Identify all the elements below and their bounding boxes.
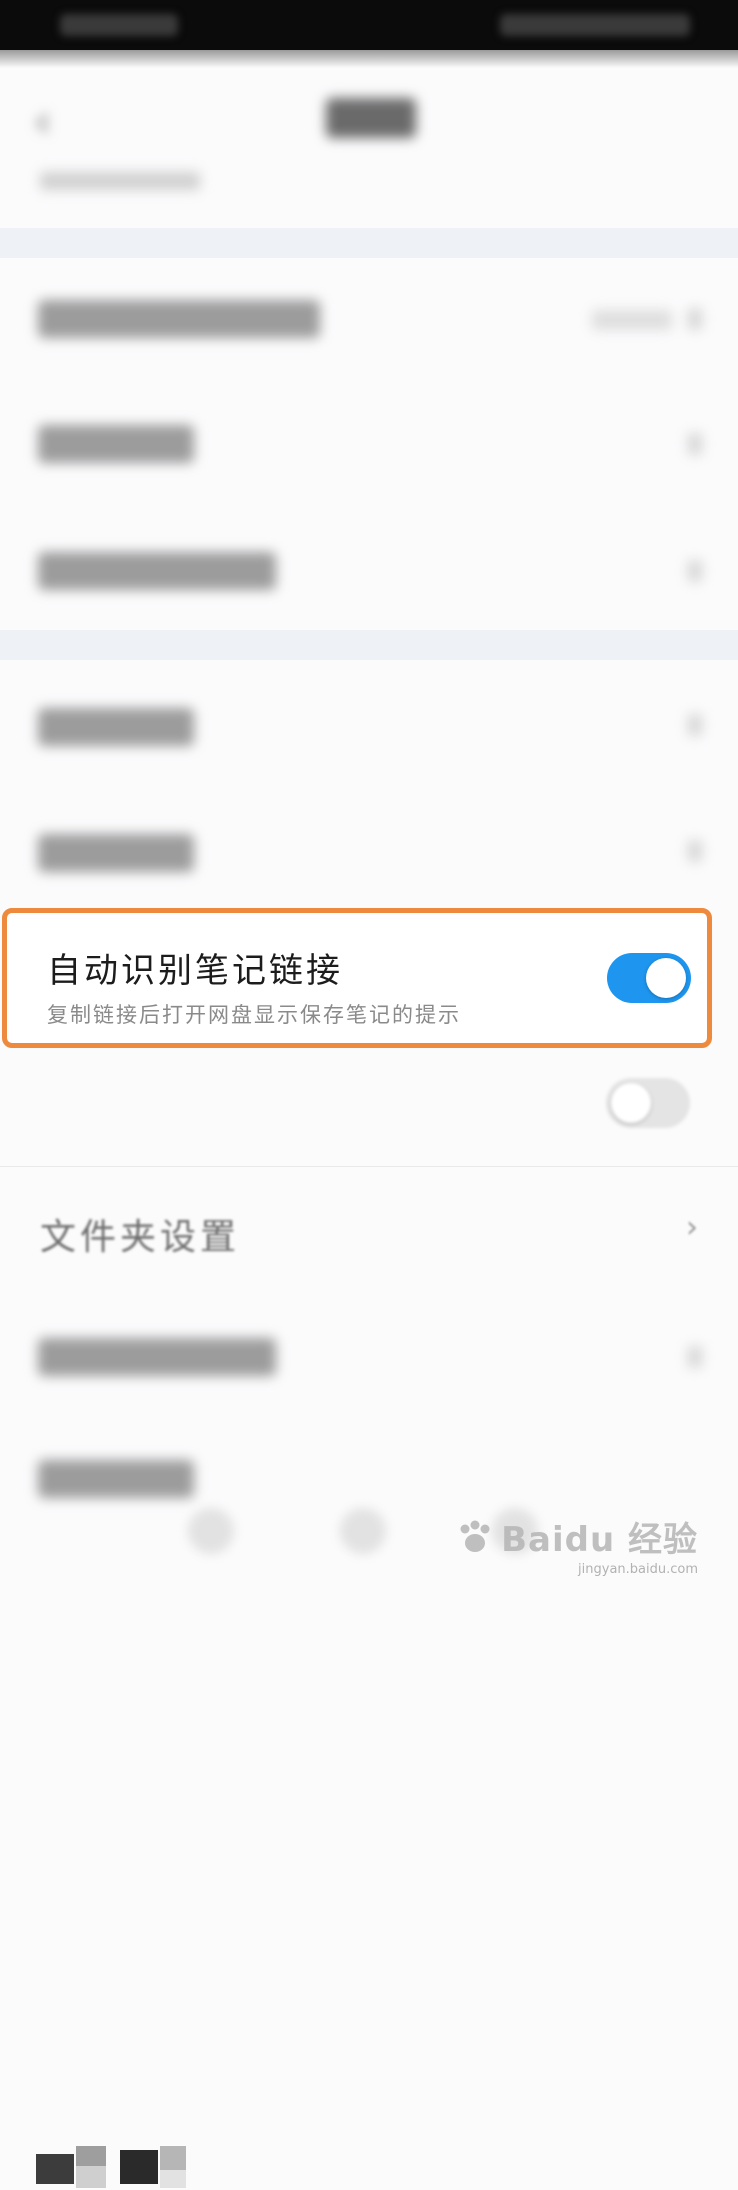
group-divider [0,228,738,258]
group-divider [0,630,738,660]
auto-link-title: 自动识别笔记链接 [47,951,343,991]
night-mode-toggle[interactable] [606,1078,690,1128]
folder-setting-row[interactable]: 文件夹设置 › [0,1168,738,1298]
carrier-info-blurred [60,14,178,36]
status-bar [0,0,738,50]
row-label-blurred [38,708,194,746]
chevron-right-icon [688,433,702,455]
settings-row-blurred[interactable] [0,520,738,620]
tab-icon-blurred[interactable] [340,1508,386,1554]
watermark-brand: Baidu 经验 [501,1520,698,1560]
status-icons-blurred [500,14,690,36]
chevron-right-icon [688,1346,702,1368]
settings-row-blurred[interactable] [0,800,738,900]
watermark-site: jingyan.baidu.com [578,1562,698,1577]
chevron-right-icon [688,840,702,862]
page-title-blurred [326,98,416,138]
night-mode-setting-row[interactable] [0,1060,738,2188]
row-label-blurred [38,300,320,338]
row-separator [0,1166,738,1167]
tab-icon-blurred[interactable] [188,1508,234,1554]
row-label-blurred [38,1338,276,1376]
row-label-blurred [38,425,194,463]
settings-row-blurred[interactable] [0,270,738,370]
row-label-blurred [38,1460,194,1498]
chevron-right-icon [688,308,702,330]
settings-row-blurred[interactable] [0,395,738,495]
chevron-right-icon [688,714,702,736]
back-arrow-icon[interactable]: ‹ [34,96,52,147]
row-value-blurred [592,310,672,330]
paw-icon [460,1520,490,1552]
header-shadow [0,50,738,68]
auto-link-description: 复制链接后打开网盘显示保存笔记的提示 [47,1003,461,1027]
chevron-right-icon [688,560,702,582]
baidu-jingyan-watermark: Baidu 经验 jingyan.baidu.com [455,1512,698,1577]
toggle-knob [611,1083,651,1123]
toggle-knob [646,958,686,998]
auto-link-setting-row[interactable]: 自动识别笔记链接 复制链接后打开网盘显示保存笔记的提示 [2,908,712,1048]
row-label-blurred [38,834,194,872]
settings-row-blurred[interactable] [0,1312,738,1412]
night-mode-label-mosaic [36,2146,206,2190]
auto-link-toggle[interactable] [607,953,691,1003]
folder-setting-title: 文件夹设置 [40,1217,241,1258]
settings-row-blurred[interactable] [0,672,738,772]
row-label-blurred [38,552,276,590]
chevron-right-icon: › [686,1210,698,1245]
breadcrumb-blurred [40,172,200,190]
